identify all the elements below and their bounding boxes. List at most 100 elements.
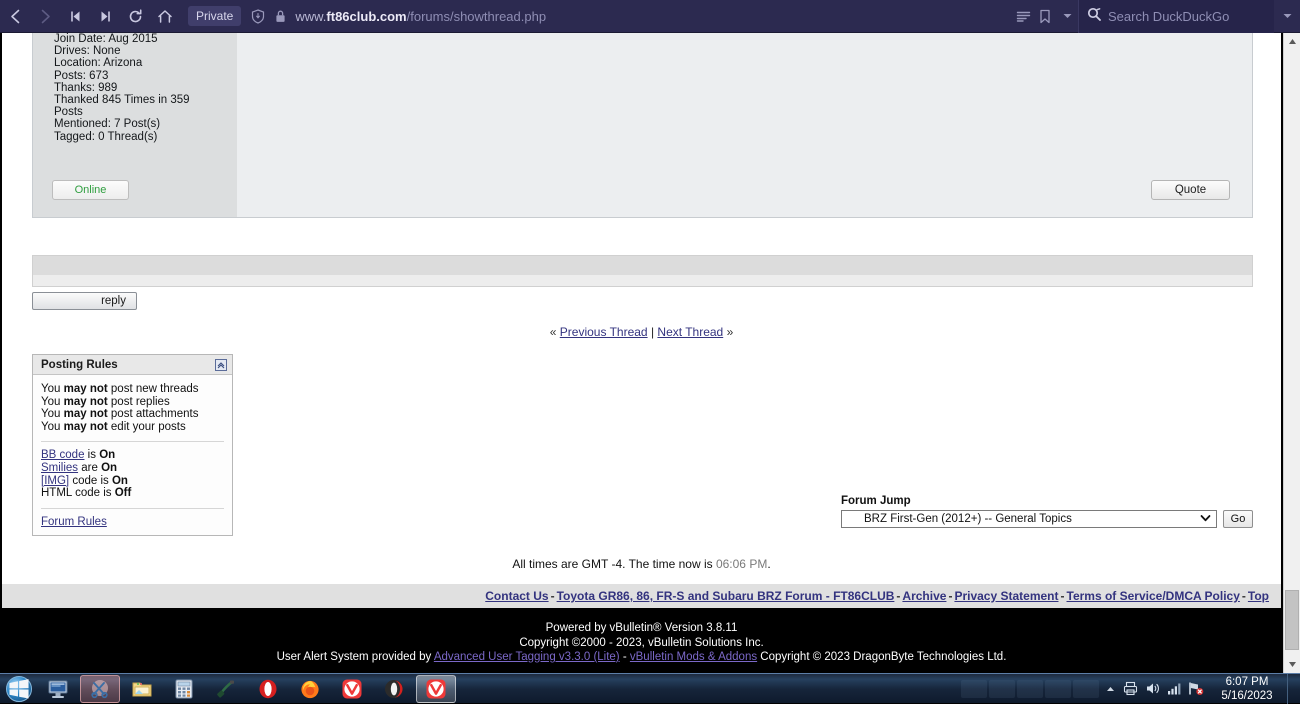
- taskbar-item-remote-desktop[interactable]: [38, 675, 78, 703]
- timezone-prefix: All times are GMT -4. The time now is: [512, 557, 716, 571]
- posting-rules-box: Posting Rules You may not post new threa…: [32, 354, 233, 537]
- rule-new-threads: You may not post new threads: [41, 383, 199, 395]
- show-desktop-button[interactable]: [1287, 673, 1296, 704]
- chevron-up-icon[interactable]: [1101, 686, 1119, 692]
- smilies-link[interactable]: Smilies: [41, 462, 78, 474]
- smilies-status: Smilies are On: [41, 461, 118, 474]
- posting-rules-divider-2: [41, 507, 224, 509]
- advanced-user-tagging-link[interactable]: Advanced User Tagging v3.3.0 (Lite): [434, 651, 620, 663]
- forum-jump-go-button[interactable]: Go: [1223, 510, 1253, 528]
- taskbar-item-firefox[interactable]: [290, 675, 330, 703]
- scrollbar-thumb[interactable]: [1285, 590, 1299, 650]
- vbulletin-mods-addons-link[interactable]: vBulletin Mods & Addons: [630, 651, 757, 663]
- network-error-icon[interactable]: [1185, 678, 1207, 700]
- footer-separator-4: -: [1060, 589, 1065, 603]
- url-path: /forums/showthread.php: [406, 8, 547, 24]
- shield-icon[interactable]: [247, 5, 269, 27]
- previous-thread-link[interactable]: Previous Thread: [560, 325, 648, 339]
- user-drives: Drives: None: [54, 45, 121, 58]
- user-location: Location: Arizona: [54, 57, 143, 70]
- start-button[interactable]: [2, 675, 36, 703]
- post-container: Join Date: Aug 2015 Drives: None Locatio…: [32, 33, 1253, 218]
- reply-button[interactable]: reply: [32, 292, 137, 310]
- footer-separator-5: -: [1241, 589, 1246, 603]
- taskbar-item-vivaldi[interactable]: [332, 675, 372, 703]
- search-engine-chevron-icon[interactable]: [1274, 0, 1300, 33]
- search-input[interactable]: Search DuckDuckGo: [1078, 0, 1274, 33]
- footer-separator-1: -: [550, 589, 555, 603]
- user-thanked-line2: Posts: [54, 106, 83, 119]
- bb-code-link[interactable]: BB code: [41, 449, 84, 461]
- scroll-down-arrow-icon[interactable]: [1284, 656, 1300, 673]
- posting-rules-header: Posting Rules: [33, 355, 232, 375]
- powered-by-line: Powered by vBulletin® Version 3.8.11: [545, 622, 738, 634]
- forum-jump-select[interactable]: BRZ First-Gen (2012+) -- General Topics: [841, 510, 1217, 528]
- thread-tools-band: [33, 275, 1252, 286]
- taskbar-clock[interactable]: 6:07 PM 5/16/2023: [1211, 675, 1283, 703]
- user-thanked-line1: Thanked 845 Times in 359: [54, 94, 190, 107]
- bb-code-status: BB code is On: [41, 449, 116, 462]
- rule-attachments: You may not post attachments: [41, 408, 199, 421]
- windows-taskbar: 6:07 PM 5/16/2023: [0, 673, 1300, 704]
- chevron-down-icon[interactable]: [1056, 5, 1078, 27]
- taskbar-item-vivaldi-private[interactable]: [416, 674, 456, 703]
- rewind-icon[interactable]: [60, 1, 90, 31]
- forward-arrow-icon[interactable]: [30, 1, 60, 31]
- scroll-up-arrow-icon[interactable]: [1284, 33, 1300, 50]
- windows-logo-icon: [6, 675, 32, 702]
- vivaldi-icon: [426, 679, 446, 698]
- home-icon[interactable]: [150, 1, 180, 31]
- firefox-icon: [301, 680, 319, 698]
- top-link[interactable]: Top: [1248, 589, 1269, 603]
- forum-rules-link[interactable]: Forum Rules: [41, 516, 107, 528]
- forum-home-link[interactable]: Toyota GR86, 86, FR-S and Subaru BRZ For…: [557, 589, 895, 603]
- vivaldi-icon: [342, 679, 362, 698]
- page-viewport: Join Date: Aug 2015 Drives: None Locatio…: [0, 33, 1300, 673]
- clock-date: 5/16/2023: [1221, 689, 1273, 702]
- reading-list-icon[interactable]: [1012, 5, 1034, 27]
- chevron-down-icon: [1200, 514, 1214, 524]
- user-posts: Posts: 673: [54, 69, 109, 82]
- signal-bars-icon[interactable]: [1163, 678, 1185, 700]
- taskbar-item-usb-device[interactable]: [206, 675, 246, 703]
- speaker-icon[interactable]: [1141, 678, 1163, 700]
- printer-icon[interactable]: [1119, 678, 1141, 700]
- fast-forward-icon[interactable]: [90, 1, 120, 31]
- online-status-button[interactable]: Online: [52, 180, 129, 200]
- next-thread-link[interactable]: Next Thread: [657, 325, 723, 339]
- user-tagged: Tagged: 0 Thread(s): [54, 130, 158, 143]
- forum-jump-selected-value: BRZ First-Gen (2012+) -- General Topics: [864, 513, 1072, 525]
- forum-rules-row: Forum Rules: [41, 516, 224, 529]
- padlock-icon[interactable]: [269, 5, 291, 27]
- page-scrollbar[interactable]: [1283, 33, 1300, 673]
- taskbar-item-opera[interactable]: [248, 675, 288, 703]
- img-code-link[interactable]: [IMG]: [41, 475, 69, 487]
- html-code-status: HTML code is Off: [41, 487, 132, 500]
- folder-icon: [132, 682, 152, 696]
- taskbar-item-calculator[interactable]: [164, 675, 204, 703]
- taskbar-item-windows-explorer[interactable]: [122, 675, 162, 703]
- thread-navigation: « Previous Thread | Next Thread »: [2, 325, 1281, 339]
- footer-separator-3: -: [948, 589, 953, 603]
- archive-link[interactable]: Archive: [902, 589, 946, 603]
- address-bar[interactable]: www.ft86club.com/forums/showthread.php: [291, 0, 1012, 33]
- reload-icon[interactable]: [120, 1, 150, 31]
- bookmark-icon[interactable]: [1034, 5, 1056, 27]
- prev-thread-chevron-icon: «: [549, 325, 557, 339]
- privacy-statement-link[interactable]: Privacy Statement: [954, 589, 1058, 603]
- back-arrow-icon[interactable]: [0, 1, 30, 31]
- calculator-icon: [175, 679, 193, 698]
- copyright-line: Copyright ©2000 - 2023, vBulletin Soluti…: [519, 636, 764, 649]
- scissors-icon: [91, 679, 108, 698]
- posting-rules-body: You may not post new threads You may not…: [33, 375, 232, 535]
- post-body: Quote: [237, 33, 1252, 217]
- quote-button[interactable]: Quote: [1151, 180, 1230, 200]
- taskbar-ghost-4: [1045, 679, 1071, 698]
- taskbar-ghost-2: [989, 679, 1015, 698]
- terms-of-service-link[interactable]: Terms of Service/DMCA Policy: [1067, 589, 1240, 603]
- taskbar-item-opera-gx[interactable]: [374, 675, 414, 703]
- collapse-icon[interactable]: [215, 358, 227, 371]
- taskbar-item-snipping-tool[interactable]: [80, 674, 120, 703]
- contact-us-link[interactable]: Contact Us: [485, 589, 548, 603]
- toolbar-right-group: Search DuckDuckGo: [1012, 0, 1300, 33]
